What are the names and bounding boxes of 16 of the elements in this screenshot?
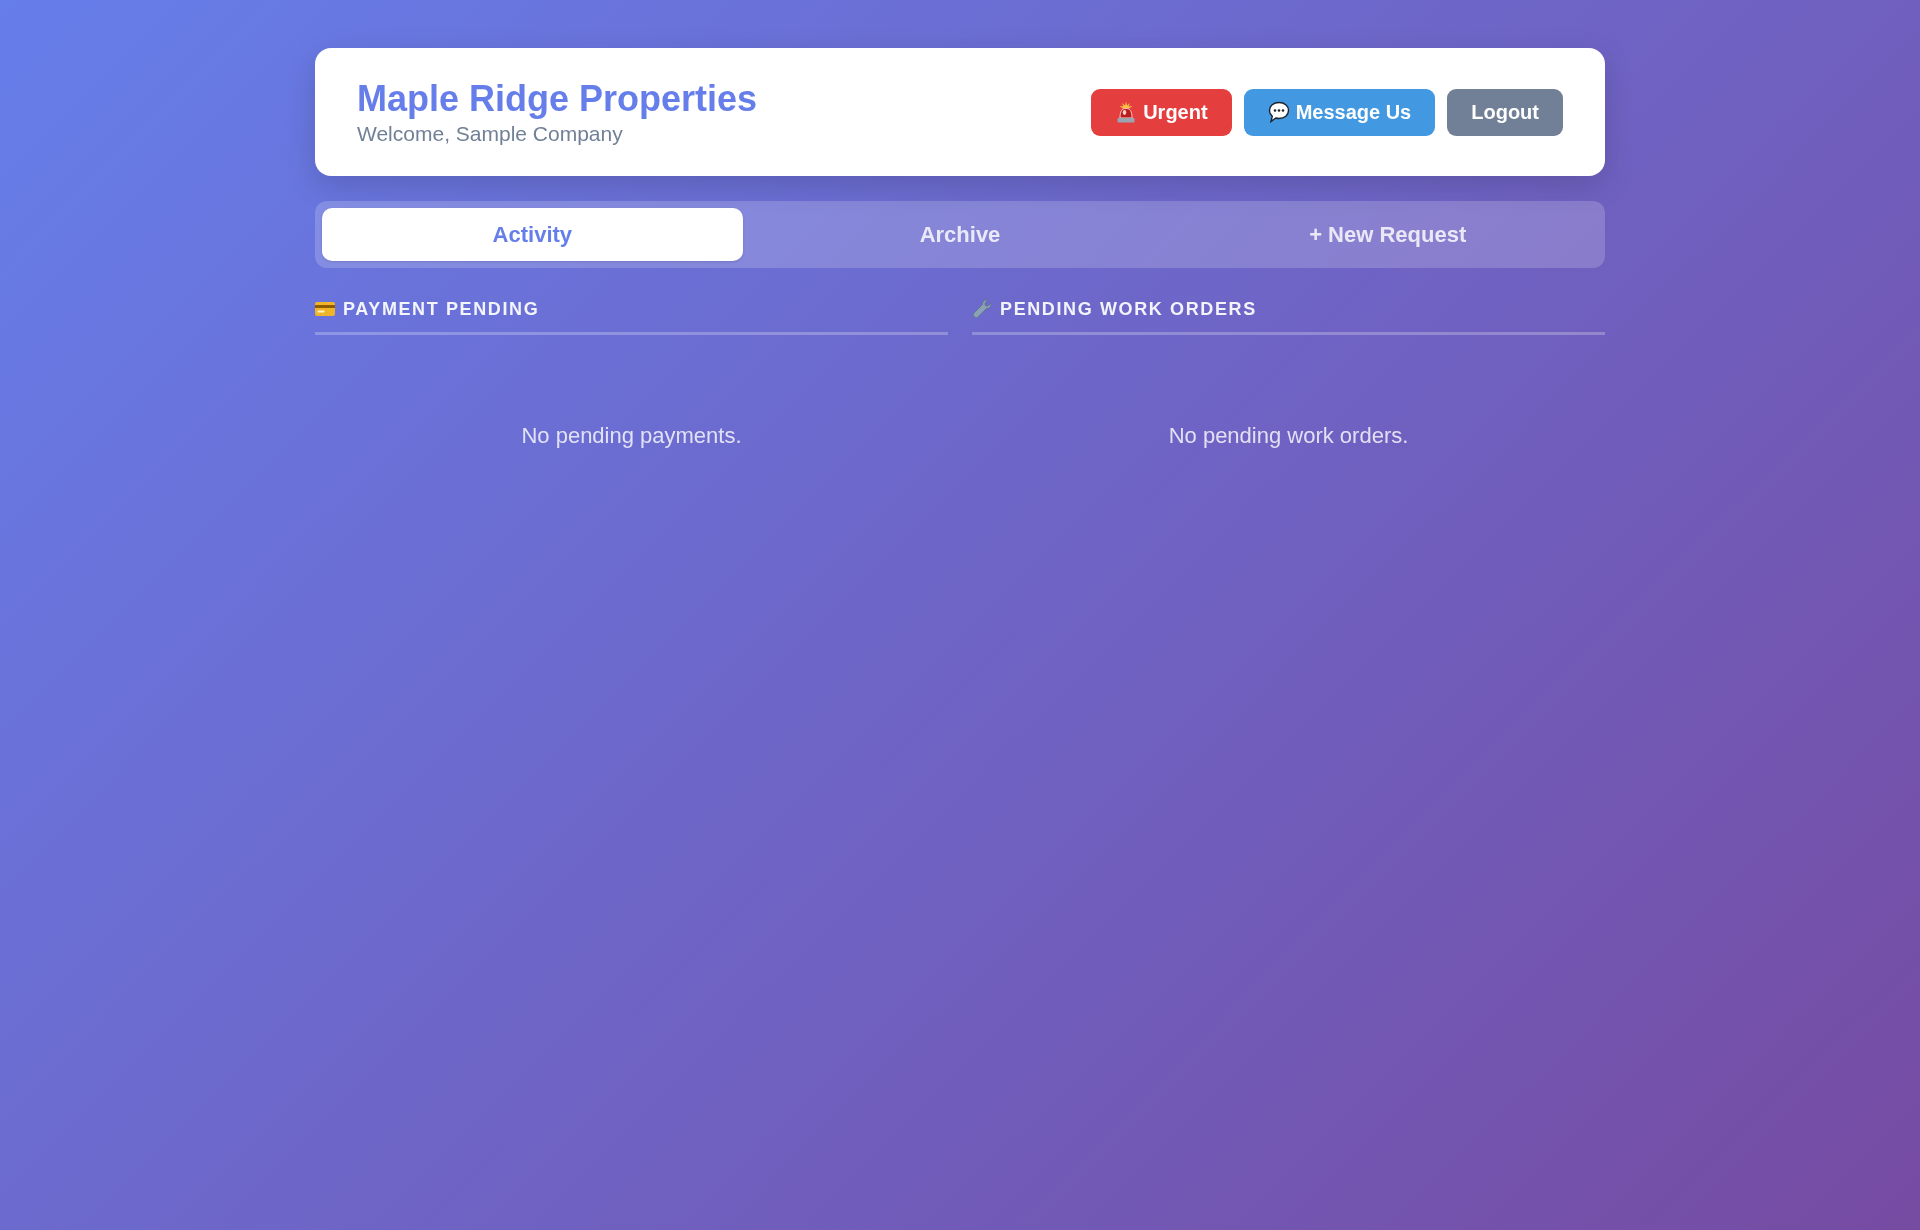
wrench-icon bbox=[972, 299, 992, 320]
empty-state-text: No pending work orders. bbox=[1168, 422, 1409, 451]
section-heading: PAYMENT PENDING bbox=[343, 298, 540, 322]
speech-bubble-icon bbox=[1267, 101, 1290, 124]
tab[interactable]: Archive bbox=[749, 208, 1171, 262]
urgent-button[interactable]: Urgent bbox=[1091, 88, 1232, 136]
tab[interactable]: Activity bbox=[322, 208, 743, 262]
welcome-text: Welcome, Sample Company bbox=[357, 121, 624, 148]
logout-button[interactable]: Logout bbox=[1447, 88, 1563, 136]
message-button[interactable]: Message Us bbox=[1243, 88, 1436, 136]
section-heading: PENDING WORK ORDERS bbox=[1000, 298, 1257, 322]
siren-icon bbox=[1115, 101, 1138, 124]
credit-card-icon bbox=[315, 302, 335, 317]
company-title: Maple Ridge Properties bbox=[357, 77, 758, 121]
empty-state-text: No pending payments. bbox=[521, 422, 742, 451]
tab[interactable]: + New Request bbox=[1177, 208, 1598, 262]
